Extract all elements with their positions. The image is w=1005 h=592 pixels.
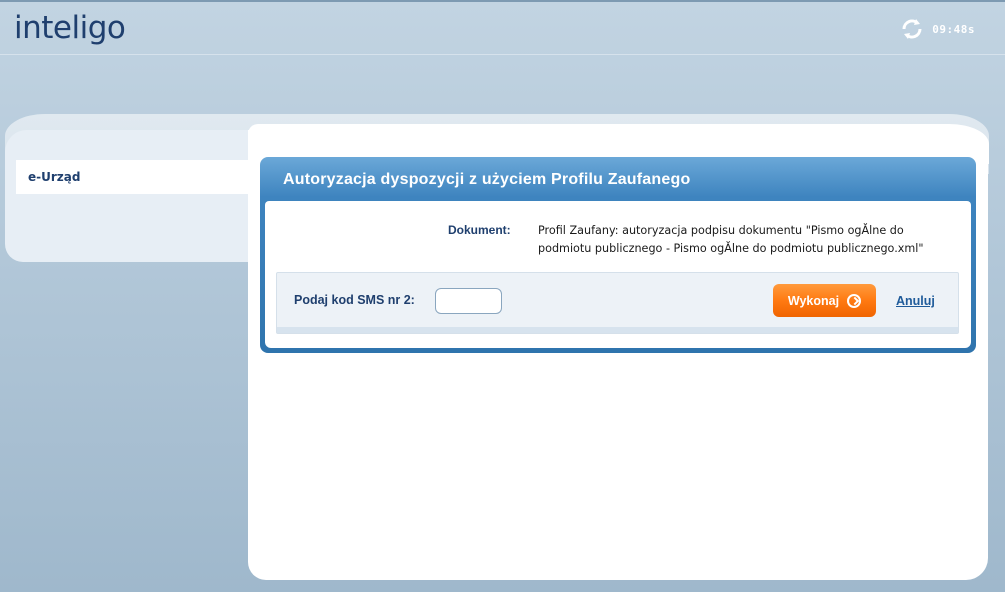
session-time: 09:48s (932, 22, 975, 36)
document-label: Dokument: (448, 223, 511, 237)
dialog-body: Dokument: Profil Zaufany: autoryzacja po… (265, 201, 971, 348)
dialog-title: Autoryzacja dyspozycji z użyciem Profilu… (283, 171, 691, 188)
arrow-right-circle-icon (847, 293, 862, 308)
sidebar (5, 130, 248, 262)
execute-button[interactable]: Wykonaj (773, 284, 876, 317)
execute-button-label: Wykonaj (787, 293, 840, 308)
refresh-icon[interactable] (900, 17, 924, 41)
top-bar: inteligo 09:48s (0, 0, 1005, 55)
session-timer: 09:48s (900, 17, 975, 41)
sms-code-label: Podaj kod SMS nr 2: (294, 293, 415, 307)
document-value: Profil Zaufany: autoryzacja podpisu doku… (538, 224, 924, 255)
sms-code-input[interactable] (435, 288, 502, 314)
authorization-dialog: Autoryzacja dyspozycji z użyciem Profilu… (260, 157, 976, 353)
cancel-link[interactable]: Anuluj (896, 294, 935, 308)
sidebar-item-e-urzad[interactable]: e-Urząd (16, 160, 248, 194)
sms-code-box: Podaj kod SMS nr 2: Wykonaj Anuluj (276, 272, 959, 334)
sidebar-item-label: e-Urząd (28, 170, 81, 184)
inteligo-logo: inteligo (14, 10, 126, 46)
sms-box-footer (277, 327, 958, 333)
